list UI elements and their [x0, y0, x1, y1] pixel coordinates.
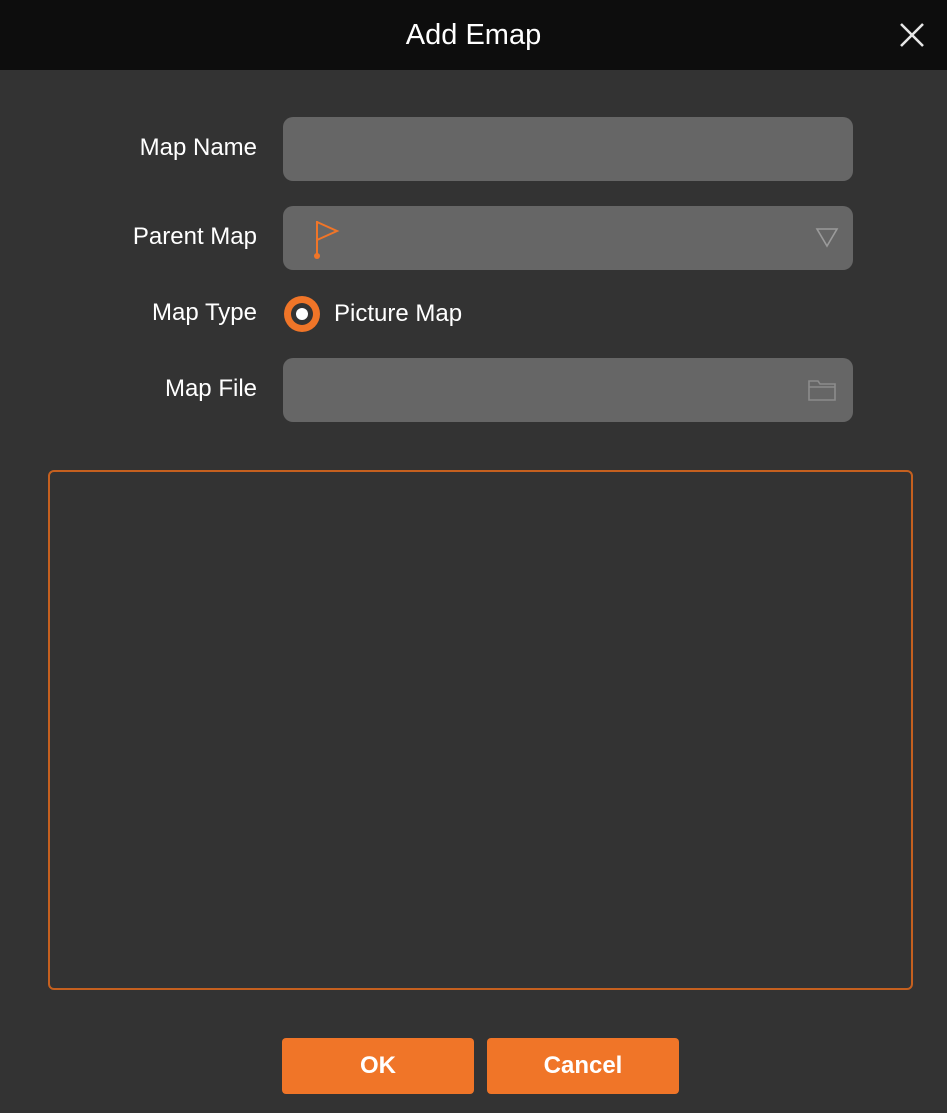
flag-icon — [314, 221, 340, 259]
map-name-input[interactable] — [283, 117, 853, 181]
dialog-title: Add Emap — [405, 19, 542, 51]
parent-map-select[interactable] — [283, 206, 853, 270]
add-emap-dialog: Add Emap Map Name Parent Map Map Type Pi… — [0, 0, 947, 1113]
map-name-field[interactable] — [283, 117, 853, 181]
folder-icon[interactable] — [807, 377, 837, 403]
picture-map-label: Picture Map — [334, 300, 463, 327]
parent-map-label: Parent Map — [132, 223, 257, 250]
map-file-label: Map File — [164, 375, 257, 402]
map-name-label: Map Name — [139, 134, 257, 161]
map-preview-area — [48, 470, 913, 990]
title-bar: Add Emap — [0, 0, 947, 70]
close-icon — [900, 23, 924, 47]
chevron-down-icon — [815, 228, 839, 248]
ok-button[interactable]: OK — [282, 1038, 474, 1094]
radio-selected-icon — [284, 296, 320, 332]
map-type-label: Map Type — [152, 299, 257, 326]
map-file-field[interactable] — [283, 358, 853, 422]
close-button[interactable] — [899, 22, 925, 48]
cancel-button[interactable]: Cancel — [487, 1038, 679, 1094]
picture-map-radio[interactable]: Picture Map — [284, 296, 462, 332]
